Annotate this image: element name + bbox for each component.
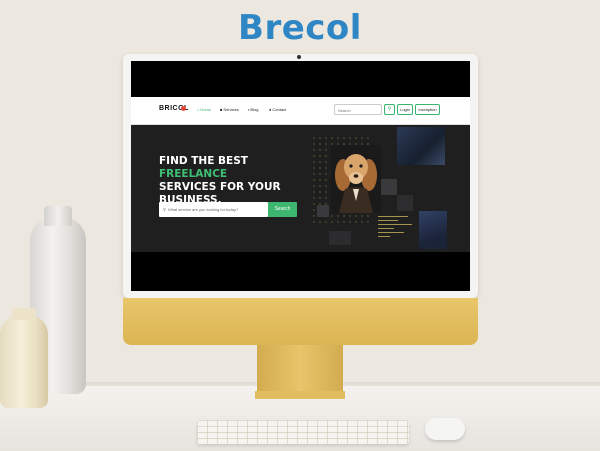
hero-search-button[interactable]: Search: [268, 202, 297, 217]
hero-title: FIND THE BEST FREELANCE SERVICES FOR YOU…: [159, 155, 319, 207]
nav-item-label: Home: [200, 107, 212, 112]
city-photo: [397, 127, 445, 165]
logo-dot-icon: [181, 106, 186, 111]
nav-item-home[interactable]: ⌂ Home: [197, 107, 211, 112]
hero-line2: SERVICES FOR YOUR: [159, 181, 281, 193]
code-decoration: [378, 213, 418, 247]
search-icon: ⚲: [387, 106, 392, 112]
pixel-block: [317, 205, 329, 217]
nav-search-button[interactable]: ⚲: [384, 104, 395, 115]
pixel-block: [381, 179, 397, 195]
pixel-block: [329, 231, 351, 245]
keyboard: [197, 420, 409, 444]
site-navbar: BRICOL ⌂ Home ■ Services ▪ Blog ● Contac…: [131, 97, 470, 125]
login-button[interactable]: Login: [397, 104, 413, 115]
hero-search-placeholder: What service are you looking for today?: [167, 207, 239, 212]
hero-line1: FIND THE BEST: [159, 155, 248, 167]
briefcase-icon: ■: [220, 107, 223, 112]
small-vase: [0, 308, 48, 408]
home-icon: ⌂: [197, 107, 200, 112]
monitor-stand: [257, 345, 343, 393]
nav-item-contact[interactable]: ● Contact: [269, 107, 286, 112]
user-icon: ●: [269, 107, 272, 112]
dog-portrait: [331, 145, 381, 213]
nav-item-label: Blog: [250, 107, 259, 112]
hero-search-input[interactable]: ⚲ What service are you looking for today…: [159, 202, 268, 217]
nav-item-blog[interactable]: ▪ Blog: [248, 107, 258, 112]
abstract-photo: [419, 211, 447, 249]
mouse: [425, 418, 465, 440]
hero-highlight: FREELANCE: [159, 168, 228, 180]
book-icon: ▪: [248, 107, 250, 112]
signup-button[interactable]: Inscription: [415, 104, 440, 115]
dog-icon: [331, 145, 381, 213]
monitor-screen: BRICOL ⌂ Home ■ Services ▪ Blog ● Contac…: [131, 61, 470, 291]
nav-search-input[interactable]: Search: [334, 104, 382, 115]
brand-title: Brecol: [238, 8, 362, 48]
website: BRICOL ⌂ Home ■ Services ▪ Blog ● Contac…: [131, 97, 470, 252]
nav-item-services[interactable]: ■ Services: [220, 107, 239, 112]
monitor-stand-base: [255, 391, 345, 399]
search-icon: ⚲: [163, 207, 166, 212]
monitor-chin: [123, 298, 478, 345]
pixel-block: [397, 195, 413, 211]
camera-dot: [297, 55, 301, 59]
nav-item-label: Services: [223, 107, 239, 112]
nav-item-label: Contact: [272, 107, 287, 112]
